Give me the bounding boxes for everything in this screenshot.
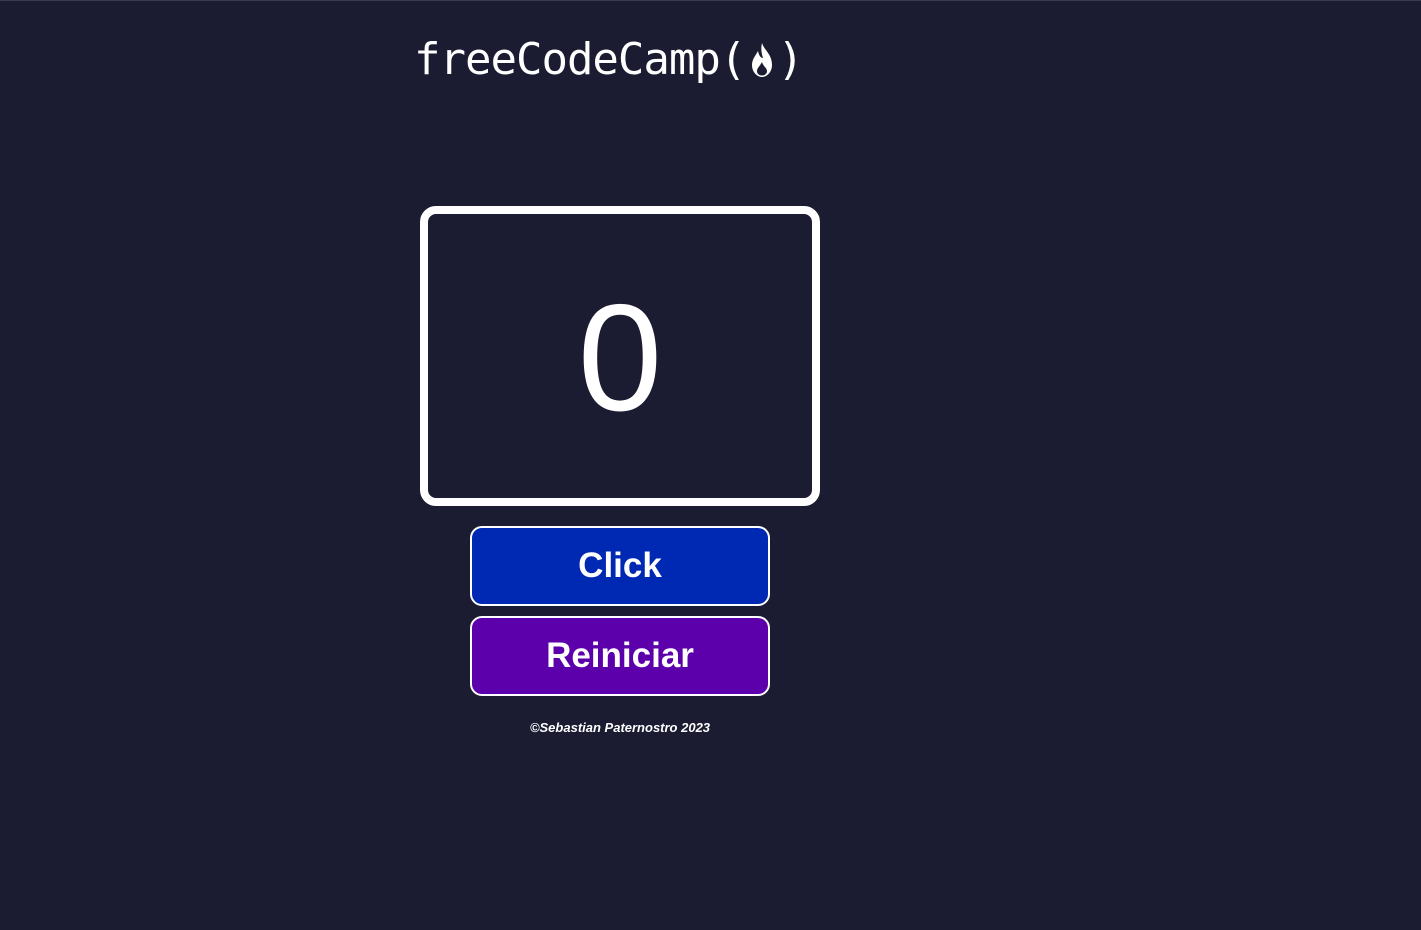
logo-text-close: ): [777, 34, 803, 85]
logo-text: freeCodeCamp(: [414, 34, 746, 85]
counter-value: 0: [577, 273, 663, 443]
top-border: [0, 0, 1421, 1]
copyright-footer: ©Sebastian Paternostro 2023: [529, 720, 711, 735]
counter-display: 0: [420, 206, 820, 506]
flame-icon: [747, 40, 777, 80]
click-button[interactable]: Click: [470, 526, 770, 606]
reset-button[interactable]: Reiniciar: [470, 616, 770, 696]
freecodecamp-logo: freeCodeCamp( ): [414, 32, 804, 88]
